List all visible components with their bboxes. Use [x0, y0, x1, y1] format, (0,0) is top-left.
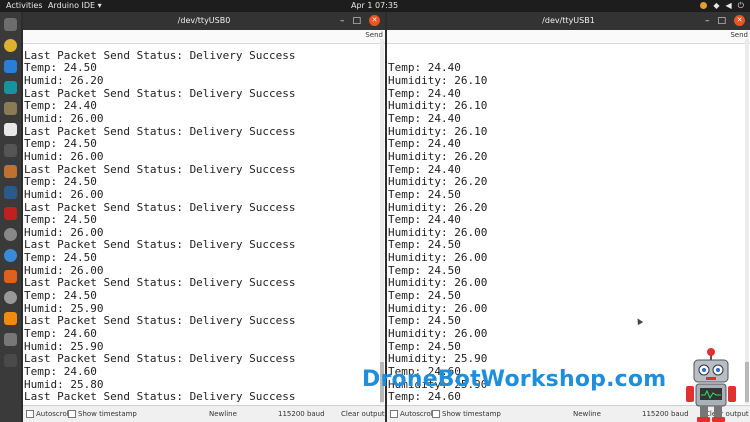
window-title: /dev/ttyUSB1	[542, 16, 595, 25]
output-line: Temp: 24.60	[24, 327, 97, 341]
clear-output-button[interactable]: Clear output	[341, 406, 385, 422]
output-line: Temp: 24.40	[24, 99, 97, 113]
output-line: Temp: 24.50	[388, 289, 461, 303]
dock	[0, 12, 21, 422]
line-ending-select[interactable]: Newline	[209, 406, 237, 422]
app-icon[interactable]	[4, 270, 17, 283]
output-line: Temp: 24.60	[24, 365, 97, 379]
output-line: Temp: 24.40	[388, 213, 461, 227]
output-line: Temp: 24.50	[24, 213, 97, 227]
output-lines: Temp: 24.40 Humidity: 26.10 Temp: 24.40 Hum…	[388, 62, 487, 404]
chrome-tray-icon[interactable]	[700, 2, 708, 9]
serial-output[interactable]: Last Packet Send Status: Delivery Succes…	[24, 39, 379, 404]
window-titlebar[interactable]: /dev/ttyUSB1 – □ ✕	[387, 12, 750, 30]
apps-grid-icon[interactable]	[4, 354, 17, 367]
line-ending-select[interactable]: Newline	[573, 406, 601, 422]
robot-mascot-icon	[686, 348, 736, 422]
filezilla-icon[interactable]	[4, 207, 17, 220]
output-line: Temp: 24.50	[24, 137, 97, 151]
checkbox-icon[interactable]	[432, 410, 440, 418]
vscode-icon[interactable]	[4, 60, 17, 73]
autoscroll-checkbox[interactable]: Autoscroll	[26, 406, 71, 422]
scrollbar[interactable]	[745, 39, 749, 404]
output-line: Temp: 24.60	[388, 390, 461, 404]
output-line: Last Packet Send Status: Delivery Succes…	[24, 390, 296, 404]
chrome-icon[interactable]	[4, 39, 17, 52]
network-icon[interactable]: ◆	[713, 0, 719, 12]
scrollbar-thumb[interactable]	[745, 362, 749, 402]
activities-button[interactable]: Activities	[6, 0, 43, 12]
output-line: Temp: 24.50	[24, 175, 97, 189]
serial-monitor-usb0: /dev/ttyUSB0 – □ ✕ Send Last Packet Send…	[23, 12, 385, 422]
checkbox-icon[interactable]	[390, 410, 398, 418]
window-titlebar[interactable]: /dev/ttyUSB0 – □ ✕	[23, 12, 385, 30]
output-line: Temp: 24.50	[24, 251, 97, 265]
monitor-footer: Autoscroll Show timestamp Newline 115200…	[23, 405, 385, 422]
typora-icon[interactable]	[4, 144, 17, 157]
close-icon[interactable]: ✕	[369, 15, 380, 26]
output-line: Temp: 24.40	[388, 137, 461, 151]
autoscroll-checkbox[interactable]: Autoscroll	[390, 406, 435, 422]
window-title: /dev/ttyUSB0	[177, 16, 231, 25]
output-line: Humid: 26.00	[24, 111, 104, 125]
vlc-icon[interactable]	[4, 312, 17, 325]
power-icon[interactable]: ⏻	[738, 0, 744, 12]
send-button[interactable]: Send	[730, 31, 748, 39]
send-button[interactable]: Send	[365, 31, 383, 39]
output-line: Humid: 26.00	[24, 187, 104, 201]
help-icon[interactable]	[4, 249, 17, 262]
volume-icon[interactable]: ◀	[726, 0, 732, 12]
arduino-icon[interactable]	[4, 81, 17, 94]
output-line: Humid: 26.00	[24, 149, 104, 163]
output-line: Humidity: 26.10	[388, 99, 488, 113]
output-line: Humidity: 26.00	[388, 251, 488, 265]
top-bar: Activities Arduino IDE ▾ Apr 1 07:35 ◆ ◀…	[0, 0, 750, 12]
maximize-icon[interactable]: □	[352, 12, 361, 30]
maximize-icon[interactable]: □	[717, 12, 726, 30]
sketch-icon[interactable]	[4, 165, 17, 178]
timestamp-label: Show timestamp	[78, 410, 137, 418]
minimize-icon[interactable]: –	[340, 12, 345, 30]
timestamp-checkbox[interactable]: Show timestamp	[432, 406, 501, 422]
autoscroll-label: Autoscroll	[36, 410, 71, 418]
files-icon[interactable]	[4, 18, 17, 31]
baud-select[interactable]: 115200 baud	[278, 406, 325, 422]
clock[interactable]: Apr 1 07:35	[351, 0, 398, 12]
output-line: Temp: 24.50	[24, 289, 97, 303]
autoscroll-label: Autoscroll	[400, 410, 435, 418]
output-line: Humidity: 26.20	[388, 175, 488, 189]
minimize-icon[interactable]: –	[705, 12, 710, 30]
timestamp-checkbox[interactable]: Show timestamp	[68, 406, 137, 422]
watermark: DroneBotWorkshop.com	[362, 367, 667, 392]
output-line: Humidity: 26.00	[388, 327, 488, 341]
app-menu[interactable]: Arduino IDE ▾	[48, 0, 102, 12]
output-line: Humidity: 26.20	[388, 149, 488, 163]
disk-icon[interactable]	[4, 228, 17, 241]
close-icon[interactable]: ✕	[734, 15, 745, 26]
text-editor-icon[interactable]	[4, 123, 17, 136]
output-line: Humid: 26.20	[24, 73, 104, 87]
tools-icon[interactable]	[4, 333, 17, 346]
settings-icon[interactable]	[4, 291, 17, 304]
output-line: Temp: 24.40	[388, 111, 461, 125]
output-line: Humidity: 26.10	[388, 73, 488, 87]
output-lines: Last Packet Send Status: Delivery Succes…	[24, 49, 296, 404]
checkbox-icon[interactable]	[26, 410, 34, 418]
terminal-icon[interactable]	[4, 186, 17, 199]
scrollbar[interactable]	[380, 39, 384, 404]
system-tray[interactable]: ◆ ◀ ⏻	[700, 0, 744, 12]
checkbox-icon[interactable]	[68, 410, 76, 418]
gimp-icon[interactable]	[4, 102, 17, 115]
timestamp-label: Show timestamp	[442, 410, 501, 418]
output-line: Temp: 24.50	[388, 187, 461, 201]
